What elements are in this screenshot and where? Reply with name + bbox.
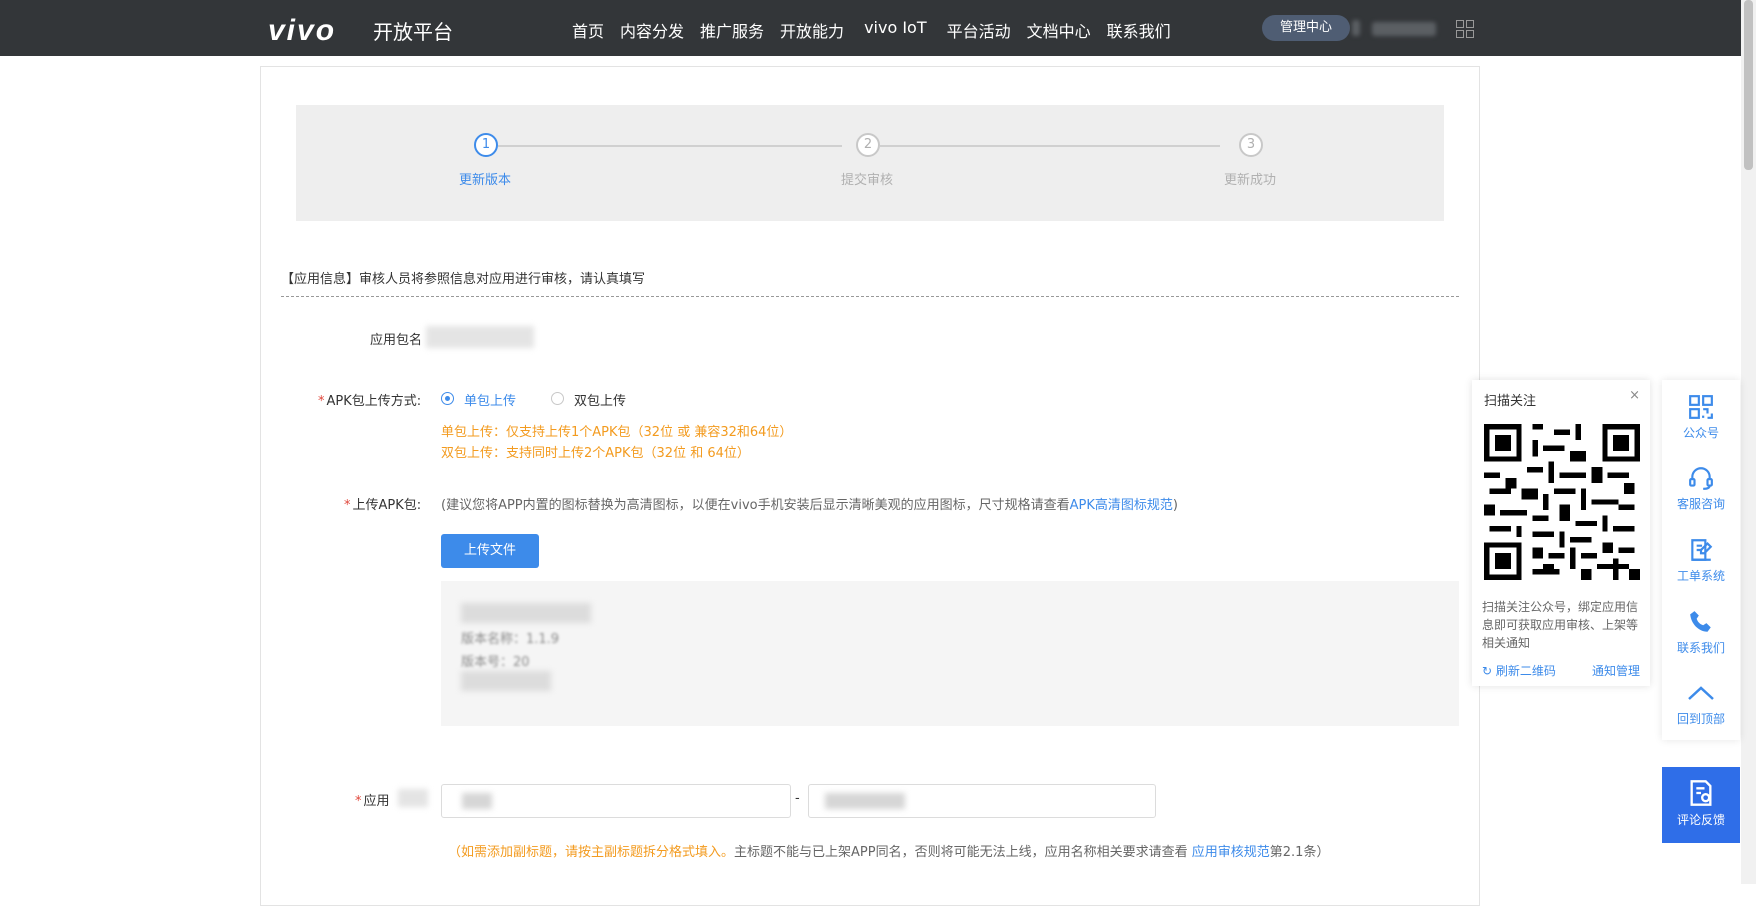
- step-connector: [498, 145, 842, 147]
- step-3-label: 更新成功: [1224, 173, 1277, 188]
- step-3-circle: 3: [1239, 133, 1263, 157]
- file-version-name: 版本名称：1.1.9: [461, 632, 560, 647]
- apps-grid-icon[interactable]: [1456, 20, 1474, 38]
- package-name-value-redacted: [426, 326, 534, 348]
- notify-manage-link[interactable]: 通知管理: [1592, 662, 1640, 679]
- top-navbar: vivo 开放平台 首页 内容分发 推广服务 开放能力 vivo IoT 平台活…: [0, 0, 1741, 56]
- upload-file-button[interactable]: 上传文件: [441, 534, 539, 568]
- double-upload-desc: 双包上传：支持同时上传2个APK包（32位 和 64位）: [441, 446, 750, 461]
- side-toolbar: 公众号 客服咨询 工单系统 联系我们 回到顶部: [1662, 380, 1740, 740]
- app-name-label: * 应用: [355, 794, 390, 809]
- nav-content-distribution[interactable]: 内容分发: [620, 18, 684, 42]
- file-size-redacted: [461, 671, 551, 691]
- nav-activities[interactable]: 平台活动: [947, 18, 1011, 42]
- phone-icon: [1690, 611, 1711, 632]
- step-2-circle: 2: [856, 133, 880, 157]
- step-1-label: 更新版本: [459, 173, 512, 188]
- vivo-logo[interactable]: vivo: [268, 14, 336, 48]
- apk-mode-label: * APK包上传方式:: [318, 394, 422, 409]
- uploaded-file-info: 版本名称：1.1.9 版本号：20: [441, 581, 1459, 726]
- radio-double-upload[interactable]: [551, 392, 564, 405]
- side-customer-service[interactable]: 客服咨询: [1662, 465, 1740, 512]
- side-back-to-top[interactable]: 回到顶部: [1662, 680, 1740, 727]
- qr-code-image: [1484, 424, 1640, 580]
- upload-hint: (建议您将APP内置的图标替换为高清图标，以便在vivo手机安装后显示清晰美观的…: [441, 498, 1178, 513]
- app-name-note: （如需添加副标题，请按主副标题拆分格式填入。主标题不能与已上架APP同名，否则将…: [448, 845, 1330, 860]
- app-main-title-input[interactable]: [441, 784, 791, 818]
- refresh-icon: ↻: [1482, 664, 1493, 678]
- qr-icon: [1689, 395, 1713, 419]
- subtitle-redacted: [825, 793, 905, 809]
- nav-promotion[interactable]: 推广服务: [700, 18, 764, 42]
- review-spec-link[interactable]: 应用审核规范: [1192, 845, 1270, 860]
- manage-center-button[interactable]: 管理中心: [1262, 15, 1350, 41]
- chevron-up-icon: [1688, 686, 1714, 700]
- follow-qr-panel: 扫描关注 × 扫描关注公众号，绑定应用信息即可获取应用审核、上架等相关通知 ↻ …: [1472, 380, 1650, 686]
- progress-steps: 1 更新版本 2 提交审核 3 更新成功: [296, 105, 1444, 221]
- title-separator: -: [795, 791, 800, 806]
- nav-open-ability[interactable]: 开放能力: [780, 18, 844, 42]
- feedback-button[interactable]: 评论反馈: [1662, 767, 1740, 843]
- side-ticket-system[interactable]: 工单系统: [1662, 537, 1740, 584]
- scrollbar-thumb[interactable]: [1744, 0, 1753, 170]
- refresh-qr-link[interactable]: ↻ 刷新二维码: [1482, 662, 1556, 679]
- radio-single-label[interactable]: 单包上传: [464, 390, 516, 409]
- file-name-redacted: [461, 603, 591, 623]
- follow-panel-title: 扫描关注: [1484, 394, 1537, 409]
- platform-title[interactable]: 开放平台: [373, 16, 453, 45]
- single-upload-desc: 单包上传：仅支持上传1个APK包（32位 或 兼容32和64位）: [441, 425, 793, 440]
- radio-double-label[interactable]: 双包上传: [574, 390, 626, 409]
- follow-panel-desc: 扫描关注公众号，绑定应用信息即可获取应用审核、上架等相关通知: [1482, 600, 1639, 650]
- nav-contact[interactable]: 联系我们: [1107, 18, 1171, 42]
- upload-apk-label: * 上传APK包:: [344, 498, 422, 513]
- nav-docs[interactable]: 文档中心: [1027, 18, 1091, 42]
- app-subtitle-input[interactable]: [808, 784, 1156, 818]
- apk-icon-spec-link[interactable]: APK高清图标规范: [1070, 498, 1173, 513]
- side-contact-us[interactable]: 联系我们: [1662, 609, 1740, 656]
- main-nav: 首页 内容分发 推广服务 开放能力 vivo IoT 平台活动 文档中心 联系我…: [572, 18, 1187, 42]
- section-divider: [281, 296, 1459, 297]
- file-version-code: 版本号：20: [461, 655, 530, 670]
- step-1-circle: 1: [474, 133, 498, 157]
- side-official-account[interactable]: 公众号: [1662, 394, 1740, 441]
- package-name-label: 应用包名: [370, 333, 423, 348]
- edit-icon: [1691, 539, 1713, 561]
- close-icon[interactable]: ×: [1629, 388, 1640, 403]
- account-redacted[interactable]: [1372, 22, 1436, 36]
- nav-home[interactable]: 首页: [572, 18, 604, 42]
- user-name-redacted[interactable]: [1352, 20, 1360, 36]
- section-title: 【应用信息】审核人员将参照信息对应用进行审核，请认真填写: [281, 272, 646, 287]
- nav-iot[interactable]: vivo IoT: [864, 18, 927, 42]
- step-connector: [880, 145, 1220, 147]
- headset-icon: [1689, 467, 1713, 490]
- feedback-icon: [1690, 780, 1712, 806]
- radio-single-upload[interactable]: [441, 392, 454, 405]
- app-name-label-redacted: [398, 789, 428, 807]
- step-2-label: 提交审核: [841, 173, 894, 188]
- main-title-redacted: [462, 793, 492, 809]
